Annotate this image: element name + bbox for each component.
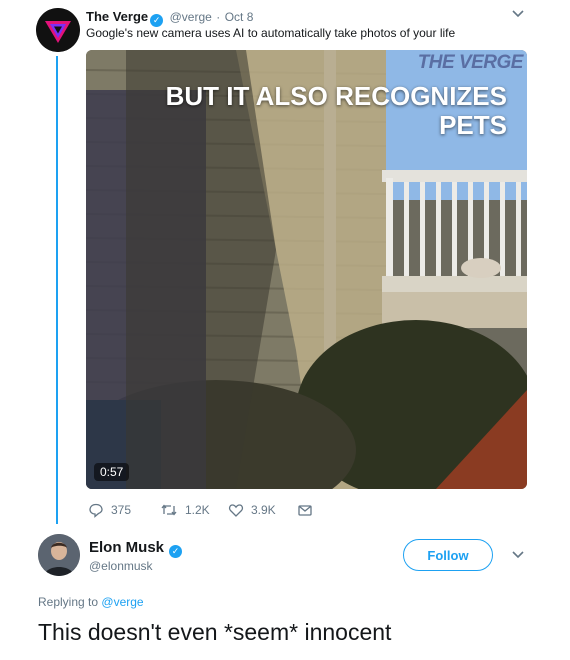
retweet-count: 1.2K <box>185 503 210 517</box>
reply-author: Elon Musk ✓ <box>89 539 184 558</box>
brand-watermark: THE VERGE <box>417 52 524 73</box>
elon-avatar[interactable] <box>38 534 80 576</box>
message-action[interactable] <box>297 502 313 518</box>
parent-tweet-header: The Verge ✓ @verge · Oct 8 <box>86 8 253 27</box>
video-headline: BUT IT ALSO RECOGNIZES PETS <box>166 82 507 140</box>
chevron-down-icon[interactable] <box>508 6 528 22</box>
reply-icon <box>89 503 103 518</box>
video-duration: 0:57 <box>94 463 130 481</box>
like-icon <box>228 504 244 517</box>
reply-action[interactable]: 375 <box>88 502 131 518</box>
replying-to: Replying to @verge <box>38 595 144 609</box>
verified-icon: ✓ <box>169 545 183 558</box>
verge-avatar[interactable] <box>36 8 80 52</box>
retweet-action[interactable]: 1.2K <box>160 502 210 518</box>
video-headline-line1: BUT IT ALSO RECOGNIZES <box>165 81 507 111</box>
thread-line <box>56 56 58 524</box>
avatar-photo <box>38 534 80 576</box>
reply-count: 375 <box>111 503 132 517</box>
replying-to-prefix: Replying to <box>38 595 99 609</box>
parent-tweet-text: Google's new camera uses AI to automatic… <box>86 26 456 40</box>
chevron-down-icon[interactable] <box>508 547 528 563</box>
video-headline-line2: PETS <box>439 110 507 140</box>
like-count: 3.9K <box>251 503 276 517</box>
follow-button[interactable]: Follow <box>403 539 493 571</box>
retweet-icon <box>161 504 177 516</box>
reply-author-name[interactable]: Elon Musk <box>89 539 164 556</box>
separator-dot: · <box>216 10 221 24</box>
verge-logo-icon <box>36 8 80 52</box>
author-name[interactable]: The Verge <box>86 9 148 24</box>
like-action[interactable]: 3.9K <box>228 502 276 518</box>
tweet-video[interactable]: THE VERGE BUT IT ALSO RECOGNIZES PETS 0:… <box>86 50 527 489</box>
reply-author-handle[interactable]: @elonmusk <box>89 559 153 573</box>
replying-to-handle[interactable]: @verge <box>101 595 143 609</box>
reply-text: This doesn't even *seem* innocent <box>38 619 392 645</box>
message-icon <box>298 505 312 516</box>
tweet-date[interactable]: Oct 8 <box>225 10 254 24</box>
author-handle[interactable]: @verge <box>170 10 212 24</box>
